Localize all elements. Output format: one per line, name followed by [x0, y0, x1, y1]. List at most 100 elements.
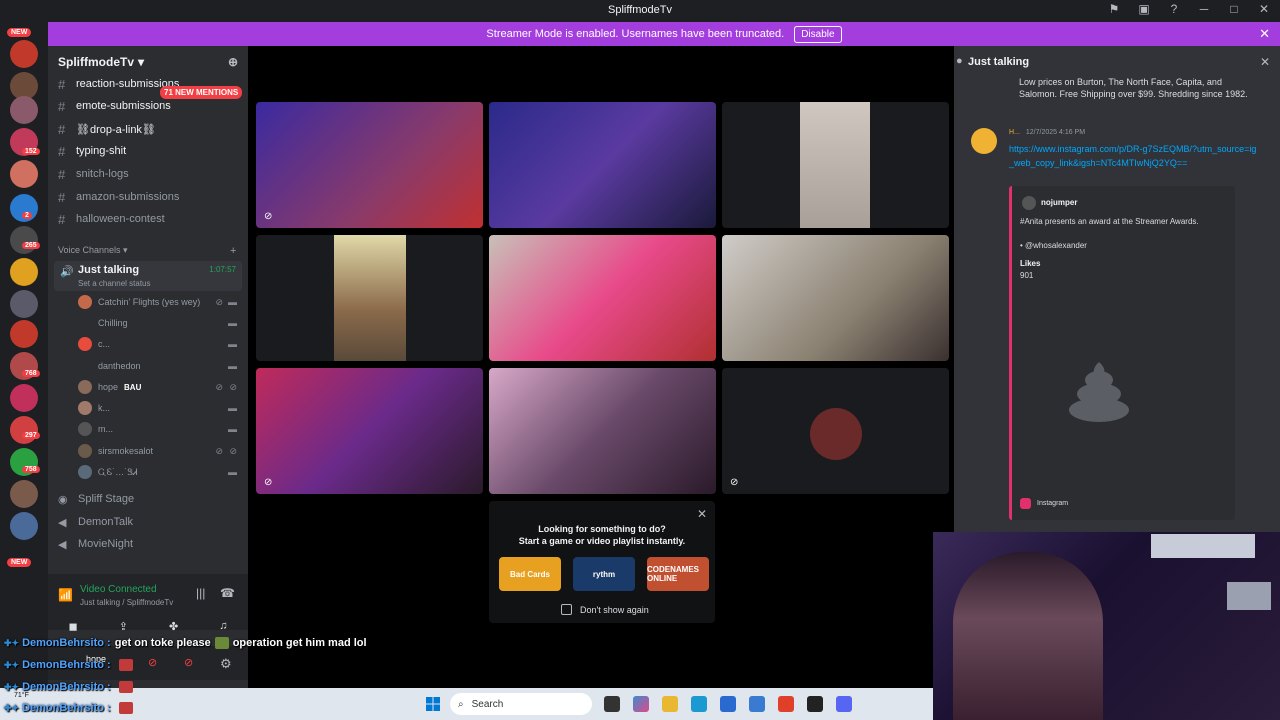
checkbox[interactable] — [561, 604, 572, 615]
discord-icon[interactable] — [836, 696, 852, 712]
channel-status[interactable]: Set a channel status — [78, 279, 151, 288]
activity-title: Looking for something to do? Start a gam… — [518, 524, 686, 546]
disable-button[interactable]: Disable — [794, 25, 842, 43]
chat-message: ✚✦ DemonBehrsito : — [4, 678, 137, 696]
voice-channels-header[interactable]: Voice Channels ▾ + — [58, 245, 236, 257]
video-tile[interactable] — [722, 235, 949, 361]
voice-channel-demontalk[interactable]: ◀ DemonTalk — [58, 512, 133, 532]
video-tile[interactable] — [256, 235, 483, 361]
taskbar-search[interactable]: ⌕ Search — [450, 693, 592, 715]
message-link[interactable]: https://www.instagram.com/p/DR-g7SzEQMB/… — [1009, 142, 1257, 170]
voice-user[interactable]: danthedon ▬ — [78, 356, 243, 376]
activity-icon[interactable]: ✤ — [169, 620, 178, 633]
screen-icon[interactable]: ▣ — [1136, 2, 1152, 16]
voice-user[interactable]: ᏩᏋ˙…˙ᏕᏗ ▬ — [78, 462, 243, 482]
server-icon[interactable] — [10, 160, 38, 188]
voice-channel-spliff-stage[interactable]: ◉ Spliff Stage — [58, 489, 134, 509]
camera-icon: ▬ — [228, 318, 237, 328]
flag-icon[interactable]: ⚑ — [1106, 2, 1122, 16]
server-icon[interactable] — [10, 290, 38, 318]
avatar[interactable] — [971, 128, 997, 154]
close-icon[interactable]: ✕ — [1260, 55, 1270, 69]
message-author[interactable]: H... — [1009, 129, 1020, 136]
edge-icon[interactable] — [691, 696, 707, 712]
streamer-mode-banner: Streamer Mode is enabled. Usernames have… — [48, 22, 1280, 46]
voice-user[interactable]: c... ▬ — [78, 334, 243, 354]
speaker-icon: ● — [956, 55, 963, 67]
video-tile[interactable]: ⊘ — [722, 368, 949, 494]
speaker-icon: 🔊 — [60, 266, 74, 278]
task-view-icon[interactable] — [604, 696, 620, 712]
channel-halloween-contest[interactable]: # halloween-contest — [58, 209, 243, 229]
signal-icon[interactable]: 📶 — [58, 588, 73, 602]
active-voice-channel[interactable]: 🔊 Just talking Set a channel status 1:07… — [54, 261, 242, 291]
server-rail: NEW 152 2 265 768 297 758 NEW — [0, 22, 48, 720]
window-title: SpliffmodeTv — [608, 4, 672, 16]
avatar — [78, 337, 92, 351]
server-icon[interactable] — [10, 258, 38, 286]
camera-icon: ▬ — [228, 297, 237, 307]
game-codenames[interactable]: CODENAMES ONLINE — [647, 557, 709, 591]
server-badge: 758 — [22, 466, 40, 473]
video-tile[interactable] — [489, 235, 716, 361]
avatar — [78, 444, 92, 458]
instagram-embed: nojumper #Anita presents an award at the… — [1009, 186, 1235, 520]
outlook-icon[interactable] — [749, 696, 765, 712]
copilot-icon[interactable] — [633, 696, 649, 712]
invite-icon[interactable]: ⊕ — [228, 55, 238, 69]
close-icon[interactable]: ✕ — [1259, 26, 1270, 42]
soundboard-icon[interactable]: ♫ — [219, 620, 227, 632]
hash-icon: # — [58, 189, 66, 205]
voice-chat-panel: ● Just talking ✕ Low prices on Burton, T… — [954, 46, 1280, 532]
voice-user[interactable]: hope BAU ⊘ ⊘ — [78, 377, 243, 397]
channel-emote-submissions[interactable]: # emote-submissions — [58, 96, 243, 116]
channel-typing[interactable]: # typing-shit — [58, 141, 243, 161]
voice-user[interactable]: k... ▬ — [78, 398, 243, 418]
server-icon[interactable] — [10, 226, 38, 254]
server-icon[interactable] — [10, 384, 38, 412]
game-rythm[interactable]: rythm — [573, 557, 635, 591]
dont-show-again[interactable]: Don't show again — [561, 604, 649, 615]
video-tile[interactable]: ⊘ — [256, 368, 483, 494]
close-icon[interactable]: ✕ — [697, 507, 707, 521]
server-icon[interactable] — [10, 40, 38, 68]
obs-icon[interactable] — [807, 696, 823, 712]
voice-user[interactable]: Chilling ▬ — [78, 313, 243, 333]
video-tile[interactable] — [722, 102, 949, 228]
screen-share-icon[interactable]: ⇪ — [119, 620, 128, 633]
game-bad-cards[interactable]: Bad Cards — [499, 557, 561, 591]
server-icon[interactable] — [10, 416, 38, 444]
help-icon[interactable]: ? — [1166, 2, 1182, 16]
server-badge: 2 — [22, 212, 32, 219]
voice-user[interactable]: sirsmokesalot ⊘ ⊘ — [78, 441, 243, 461]
voice-user[interactable]: m... ▬ — [78, 419, 243, 439]
voice-channel-movienight[interactable]: ◀ MovieNight — [58, 534, 133, 554]
voice-user[interactable]: Catchin' Flights (yes wey) ⊘ ▬ — [78, 292, 243, 312]
monitor — [1151, 534, 1255, 558]
file-explorer-icon[interactable] — [662, 696, 678, 712]
server-icon[interactable] — [10, 480, 38, 508]
emote-icon — [118, 702, 133, 714]
video-tile[interactable]: ⊘ — [256, 102, 483, 228]
hash-icon: # — [58, 166, 66, 182]
disconnect-icon[interactable]: ☎ — [220, 586, 235, 600]
server-icon[interactable] — [10, 512, 38, 540]
channel-snitch-logs[interactable]: # snitch-logs — [58, 164, 243, 184]
channel-amazon-submissions[interactable]: # amazon-submissions — [58, 187, 243, 207]
add-channel-icon[interactable]: + — [230, 245, 236, 257]
channel-drop-a-link[interactable]: # ⛓drop-a-link⛓ — [58, 119, 243, 139]
store-icon[interactable] — [720, 696, 736, 712]
minimize-icon[interactable]: ─ — [1196, 2, 1212, 16]
chrome-icon[interactable] — [778, 696, 794, 712]
embed-author[interactable]: nojumper — [1041, 198, 1077, 207]
server-badge: 265 — [22, 242, 40, 249]
video-tile[interactable] — [489, 102, 716, 228]
video-tile[interactable] — [489, 368, 716, 494]
server-icon[interactable] — [10, 320, 38, 348]
camera-toggle-icon[interactable]: ◼ — [69, 620, 78, 633]
server-icon[interactable] — [10, 96, 38, 124]
voice-connected-subtitle[interactable]: Just talking / SpliffmodeTv — [80, 598, 173, 607]
maximize-icon[interactable]: □ — [1226, 2, 1242, 16]
noise-suppression-icon[interactable]: ||| — [196, 586, 205, 600]
close-window-icon[interactable]: ✕ — [1256, 2, 1272, 16]
